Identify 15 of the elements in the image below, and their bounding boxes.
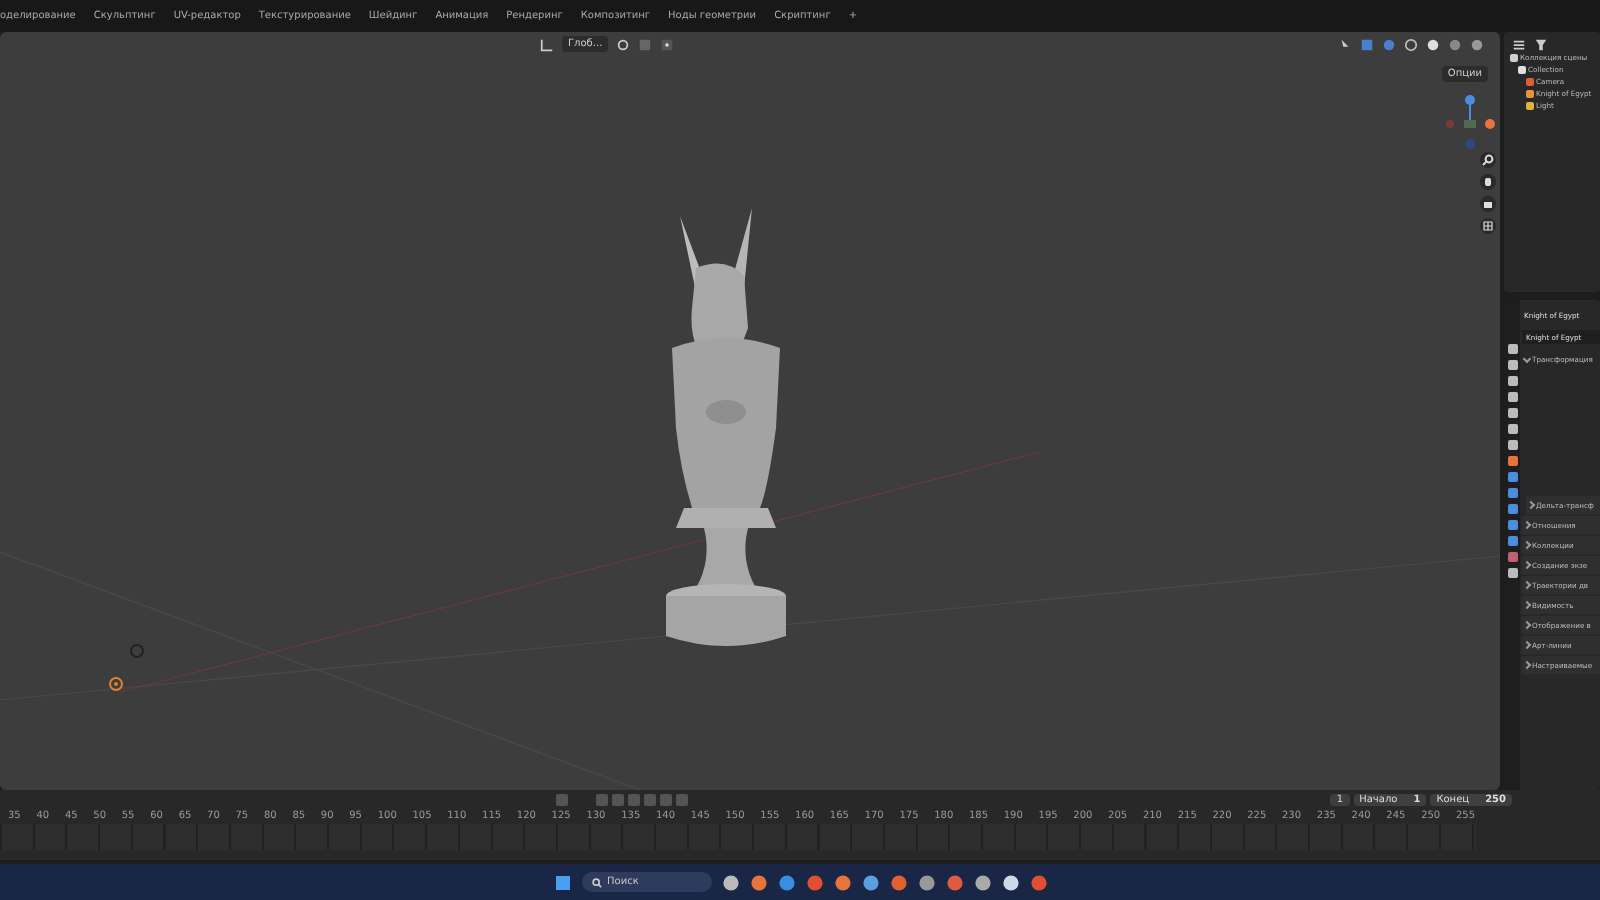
solid-sphere-icon[interactable] xyxy=(1426,37,1440,51)
windows-start-icon[interactable] xyxy=(553,873,571,891)
pointer-icon[interactable] xyxy=(1338,37,1352,51)
dot-icon[interactable] xyxy=(660,37,675,51)
search-icon xyxy=(591,877,601,887)
origin-cursor-icon xyxy=(108,676,124,692)
light-gizmo-icon xyxy=(128,642,146,660)
grid-icon[interactable] xyxy=(1480,218,1496,234)
outliner-mode-icon[interactable] xyxy=(1512,37,1526,51)
material-sphere-icon[interactable] xyxy=(1448,37,1462,51)
zoom-icon[interactable] xyxy=(1480,152,1496,168)
render-sphere-icon[interactable] xyxy=(1470,37,1484,51)
filter-icon[interactable] xyxy=(1534,37,1548,51)
axes-icon[interactable] xyxy=(540,37,554,51)
wireframe-icon[interactable] xyxy=(1404,37,1418,51)
